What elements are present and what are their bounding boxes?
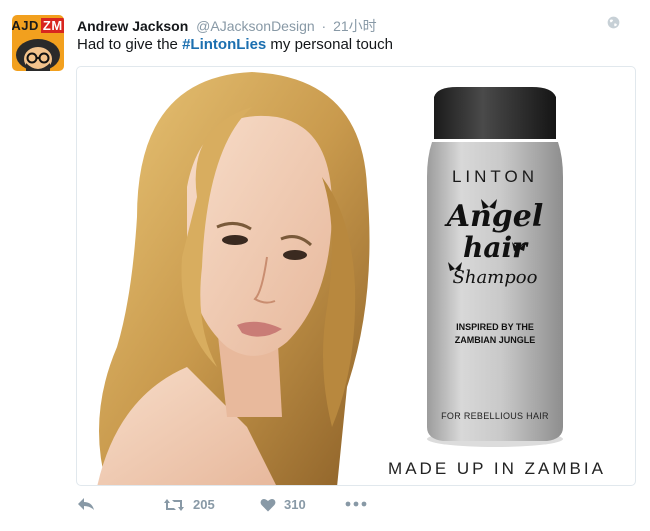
tweet-media-image[interactable]: LINTON Angel hair Shampoo INSPIRED BY TH… (76, 66, 636, 486)
retweet-button[interactable]: 205 (163, 497, 215, 512)
tweet-text-after: my personal touch (266, 36, 393, 53)
globe-icon[interactable] (607, 16, 620, 29)
tweet-text: Had to give the #LintonLies my personal … (77, 36, 393, 53)
like-button[interactable]: 310 (260, 497, 306, 512)
heart-icon (260, 498, 276, 511)
more-dots-icon (345, 501, 367, 507)
avatar-icon (16, 39, 60, 71)
bottle-title-line1: Angel (446, 199, 544, 234)
more-button[interactable] (345, 497, 375, 511)
tweet: AJD ZM Andrew Jackson @AJacksonDesign · 2… (0, 0, 650, 531)
bottle-inspired-text: INSPIRED BY THE ZAMBIAN JUNGLE (454, 322, 536, 345)
retweet-count: 205 (193, 497, 215, 512)
media-caption: MADE UP IN ZAMBIA (388, 459, 606, 478)
tweet-actions: 205 310 (77, 497, 477, 519)
bottle-title-line3: Shampoo (452, 267, 538, 288)
woman-photo (97, 72, 370, 485)
bottle-title-line2: hair (463, 231, 527, 264)
bottle-tagline: FOR REBELLIOUS HAIR (441, 411, 549, 421)
reply-icon (78, 498, 94, 510)
tweet-timestamp[interactable]: 21小时 (333, 18, 377, 34)
tweet-text-before: Had to give the (77, 36, 183, 53)
reply-button[interactable] (77, 497, 103, 511)
hashtag-link[interactable]: #LintonLies (182, 36, 266, 53)
bottle-brand-label: LINTON (451, 167, 539, 186)
tweet-header: Andrew Jackson @AJacksonDesign · 21小时 (77, 16, 630, 34)
like-count: 310 (284, 497, 306, 512)
author-username[interactable]: @AJacksonDesign (196, 18, 315, 34)
avatar[interactable]: AJD ZM (12, 15, 64, 71)
retweet-icon (164, 498, 184, 511)
separator-dot: · (321, 18, 327, 34)
author-fullname[interactable]: Andrew Jackson (77, 18, 188, 34)
